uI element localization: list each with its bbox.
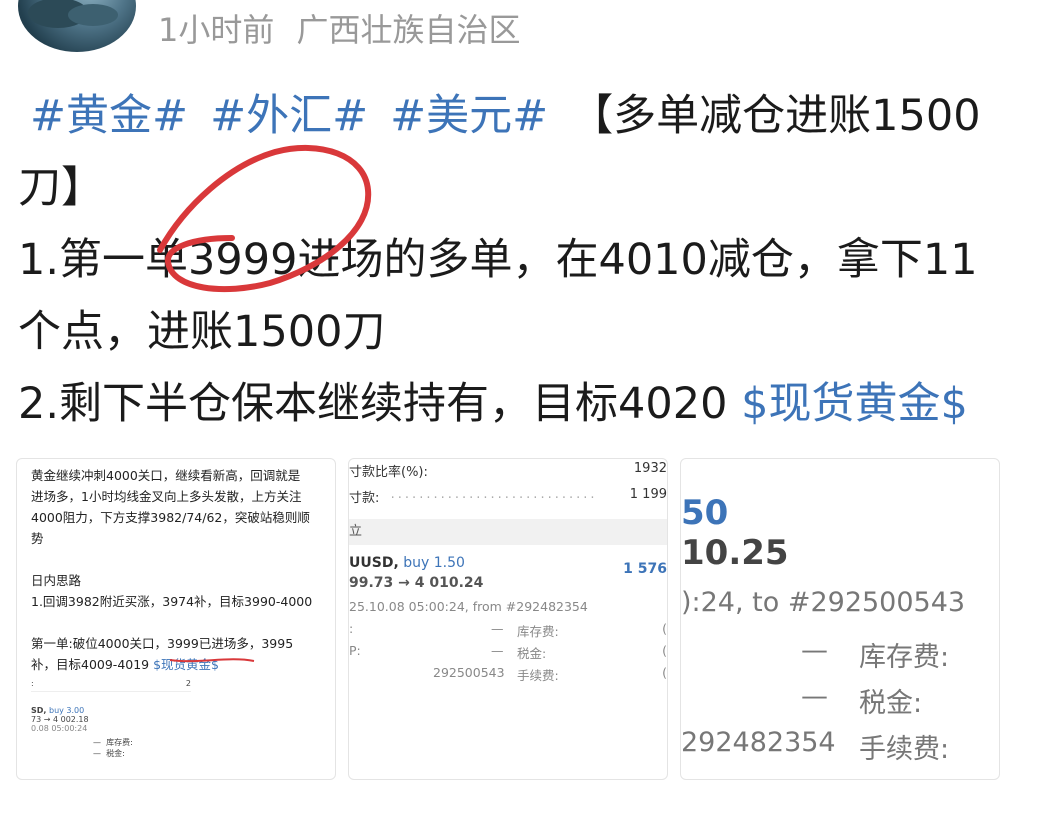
detail-info: ):24, to #292500543 bbox=[681, 587, 966, 618]
post-line: 1.第一单3999进场的多单，在4010减仓，拿下11 bbox=[18, 235, 978, 285]
analysis-line: 日内思路 bbox=[31, 573, 82, 588]
tax-row: P: — 税金: ( bbox=[349, 643, 667, 661]
post-location: 广西壮族自治区 bbox=[296, 11, 521, 49]
analysis-line: 第一单:破位4000关口，3999已进场多，3995 bbox=[31, 636, 294, 651]
post-meta: 1小时前 广西壮族自治区 bbox=[158, 5, 533, 51]
hashtag-gold[interactable]: #黄金# bbox=[30, 91, 188, 141]
detail-lot-size: 50 bbox=[681, 493, 729, 533]
position-prices: 99.73 → 4 010.24 bbox=[349, 575, 484, 591]
swap-row: : — 库存费: ( bbox=[349, 621, 667, 639]
hashtag-usd[interactable]: #美元# bbox=[390, 91, 548, 141]
analysis-line: 4000阻力，下方支撑3982/74/62，突破站稳则顺 bbox=[31, 510, 310, 525]
stock-tag-spot-gold[interactable]: $现货黄金$ bbox=[741, 379, 968, 429]
analysis-line: 黄金继续冲刺4000关口，继续看新高，回调就是 bbox=[31, 468, 301, 483]
post-title: 【多单减仓进账1500 bbox=[570, 91, 981, 141]
section-header: 立 bbox=[349, 519, 667, 545]
hashtag-forex[interactable]: #外汇# bbox=[210, 91, 368, 141]
analysis-line: 势 bbox=[31, 531, 44, 546]
image-thumbnail-account[interactable]: 寸款比率(%): 1932 寸款: ······················… bbox=[348, 458, 668, 780]
margin-row: 寸款: ····························· 1 199 bbox=[349, 487, 667, 506]
avatar-mountain bbox=[68, 4, 118, 26]
detail-price: 10.25 bbox=[681, 533, 789, 573]
post-line-text: 2.剩下半仓保本继续持有，目标4020 bbox=[18, 379, 742, 429]
red-underline-annotation bbox=[169, 658, 255, 663]
margin-ratio-row: 寸款比率(%): 1932 bbox=[349, 461, 667, 480]
analysis-line: 1.回调3982附近买涨，3974补，目标3990-4000 bbox=[31, 594, 313, 609]
post-time: 1小时前 bbox=[158, 11, 275, 49]
post-line: 个点，进账1500刀 bbox=[18, 307, 386, 357]
image-thumbnail-analysis[interactable]: 黄金继续冲刺4000关口，继续看新高，回调就是 进场多，1小时均线金叉向上多头发… bbox=[16, 458, 336, 780]
post-line: 刀】 bbox=[18, 163, 104, 213]
post-body: #黄金# #外汇# #美元# 【多单减仓进账1500 刀】 1.第一单3999进场的多… bbox=[18, 80, 1028, 440]
user-avatar[interactable] bbox=[18, 0, 136, 52]
analysis-text: 黄金继续冲刺4000关口，继续看新高，回调就是 进场多，1小时均线金叉向上多头发… bbox=[31, 465, 331, 675]
mini-trade-screenshot: :2 SD, buy 3.00 73 → 4 002.18 0.08 05:00… bbox=[31, 679, 191, 758]
post-line: 2.剩下半仓保本继续持有，目标4020 $现货黄金$ bbox=[18, 368, 1028, 440]
position-info: 25.10.08 05:00:24, from #292482354 bbox=[349, 599, 588, 614]
post-line: #黄金# #外汇# #美元# 【多单减仓进账1500 bbox=[18, 80, 1028, 152]
analysis-line: 进场多，1小时均线金叉向上多头发散，上方关注 bbox=[31, 489, 302, 504]
position-row: UUSD, buy 1.50 1 576 bbox=[349, 555, 667, 577]
image-thumbnail-detail[interactable]: 50 10.25 ):24, to #292500543 — 库存费: — 税金… bbox=[680, 458, 1000, 780]
detail-fee-row: 292482354 手续费: bbox=[681, 727, 950, 765]
